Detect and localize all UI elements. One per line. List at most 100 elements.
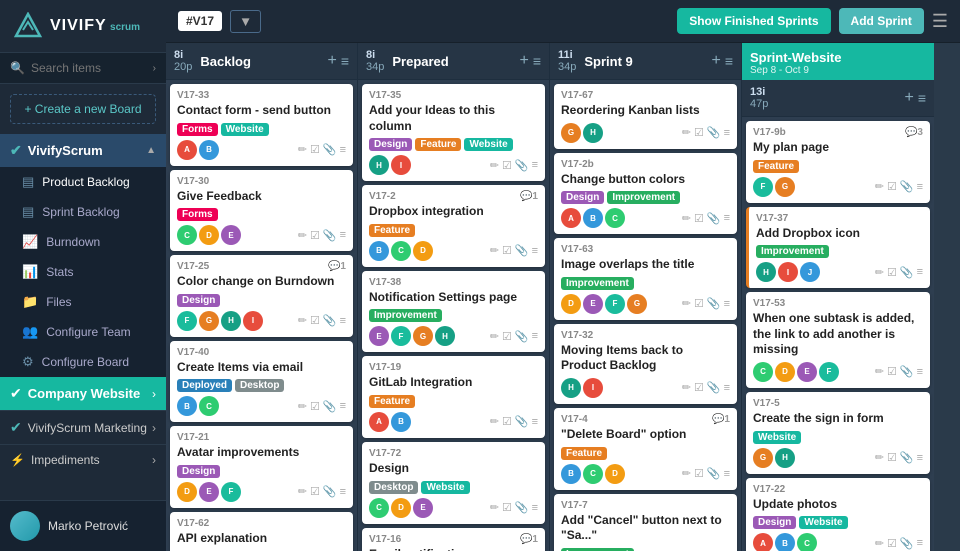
menu-icon: ≡ (532, 159, 538, 171)
vivify-marketing-label: VivifyScrum Marketing (28, 421, 147, 435)
sidebar-item-stats[interactable]: 📊 Stats (0, 257, 166, 287)
col-add-sprint9[interactable]: + (711, 52, 720, 70)
card-footer: GH ✏ ☑ 📎 ≡ (753, 448, 923, 468)
card-V17-2b[interactable]: V17-2b Change button colors DesignImprov… (554, 153, 737, 235)
sprint-website-header: Sprint-WebsiteSep 8 - Oct 9 (742, 46, 934, 80)
card-tags: FormsWebsite (177, 123, 346, 136)
search-input[interactable] (31, 61, 147, 75)
card-V17-30[interactable]: V17-30 Give Feedback Forms CDE ✏ ☑ 📎 ≡ (170, 170, 353, 252)
card-V17-38[interactable]: V17-38 Notification Settings page Improv… (362, 271, 545, 353)
card-V17-19[interactable]: V17-19 GitLab Integration Feature AB ✏ ☑… (362, 356, 545, 438)
attachment-icon: 📎 (900, 451, 914, 464)
card-tag: Design (753, 516, 796, 529)
attachment-icon: 📎 (515, 159, 529, 172)
col-add-sprint-website[interactable]: + (904, 89, 913, 107)
card-id: V17-72 (369, 448, 401, 459)
card-V17-33[interactable]: V17-33 Contact form - send button FormsW… (170, 84, 353, 166)
card-V17-22[interactable]: V17-22 Update photos DesignWebsite ABC ✏… (746, 478, 930, 551)
sidebar-item-burndown[interactable]: 📈 Burndown (0, 227, 166, 257)
avatar: I (243, 311, 263, 331)
sidebar-item-configure-team[interactable]: 👥 Configure Team (0, 317, 166, 347)
col-header-backlog: 8i20p Backlog + ≡ (166, 43, 357, 80)
card-V17-9b[interactable]: V17-9b 💬3 My plan page Feature FG ✏ ☑ 📎 … (746, 121, 930, 203)
add-sprint-button[interactable]: Add Sprint (839, 8, 924, 34)
vivify-scrum-label: VivifyScrum (28, 143, 103, 158)
card-footer: ABC ✏ ☑ 📎 ≡ (561, 208, 730, 228)
edit-icon: ✏ (298, 229, 307, 242)
col-menu-sprint9[interactable]: ≡ (725, 53, 733, 69)
menu-icon: ≡ (532, 502, 538, 514)
edit-icon: ✏ (490, 501, 499, 514)
card-V17-40[interactable]: V17-40 Create Items via email DeployedDe… (170, 341, 353, 423)
card-V17-25[interactable]: V17-25 💬1 Color change on Burndown Desig… (170, 255, 353, 337)
comment-count: 💬1 (520, 191, 538, 202)
card-V17-72[interactable]: V17-72 Design DesktopWebsite CDE ✏ ☑ 📎 ≡ (362, 442, 545, 524)
search-go-icon[interactable]: › (153, 63, 156, 74)
col-add-prepared[interactable]: + (519, 52, 528, 70)
sidebar-item-label: Product Backlog (42, 175, 129, 189)
card-footer: HIJ ✏ ☑ 📎 ≡ (756, 262, 923, 282)
sidebar-item-configure-board[interactable]: ⚙ Configure Board (0, 347, 166, 377)
task-icon: ☑ (694, 297, 704, 310)
avatar: B (177, 396, 197, 416)
card-title: Add Dropbox icon (756, 226, 923, 242)
avatar: F (221, 482, 241, 502)
card-V17-37[interactable]: V17-37 Add Dropbox icon Improvement HIJ … (746, 207, 930, 289)
col-title-backlog: Backlog (200, 54, 251, 69)
card-id: V17-32 (561, 330, 593, 341)
card-title: Contact form - send button (177, 103, 346, 119)
card-footer: BCD ✏ ☑ 📎 ≡ (561, 464, 730, 484)
card-V17-5[interactable]: V17-5 Create the sign in form Website GH… (746, 392, 930, 474)
col-add-backlog[interactable]: + (327, 52, 336, 70)
company-website-item[interactable]: ✔ Company Website › (0, 377, 166, 410)
menu-icon: ≡ (340, 486, 346, 498)
col-menu-backlog[interactable]: ≡ (341, 53, 349, 69)
card-V17-35[interactable]: V17-35 Add your Ideas to this column Des… (362, 84, 545, 181)
hamburger-button[interactable]: ☰ (932, 11, 948, 32)
menu-icon: ≡ (724, 382, 730, 394)
attachment-icon: 📎 (323, 229, 337, 242)
sidebar-item-product-backlog[interactable]: ▤ Product Backlog (0, 167, 166, 197)
task-icon: ☑ (502, 330, 512, 343)
card-footer: ABC ✏ ☑ 📎 ≡ (753, 533, 923, 551)
create-board-button[interactable]: + Create a new Board (10, 94, 156, 124)
edit-icon: ✏ (490, 159, 499, 172)
comment-count: 💬1 (328, 261, 346, 272)
card-id: V17-7 (561, 500, 588, 511)
card-footer: DEFG ✏ ☑ 📎 ≡ (561, 294, 730, 314)
logo-bar: VIVIFY scrum (0, 0, 166, 53)
attachment-icon: 📎 (900, 266, 914, 279)
card-V17-63[interactable]: V17-63 Image overlaps the title Improvem… (554, 238, 737, 320)
col-menu-sprint-website[interactable]: ≡ (918, 90, 926, 106)
card-V17-67[interactable]: V17-67 Reordering Kanban lists GH ✏ ☑ 📎 … (554, 84, 737, 149)
card-V17-7[interactable]: V17-7 Add "Cancel" button next to "Sa...… (554, 494, 737, 551)
card-V17-62[interactable]: V17-62 API explanation GHIJ ✏ ☑ 📎 ≡ (170, 512, 353, 551)
card-tag: Deployed (177, 379, 232, 392)
vivify-scrum-header[interactable]: ✔ VivifyScrum ▲ (0, 134, 166, 167)
card-V17-53[interactable]: V17-53 When one subtask is added, the li… (746, 292, 930, 388)
col-menu-prepared[interactable]: ≡ (533, 53, 541, 69)
filter-button[interactable]: ▼ (230, 10, 261, 33)
attachment-icon: 📎 (323, 314, 337, 327)
menu-icon: ≡ (917, 366, 923, 378)
avatar: B (561, 464, 581, 484)
card-V17-4[interactable]: V17-4 💬1 "Delete Board" option Feature B… (554, 408, 737, 490)
card-V17-32[interactable]: V17-32 Moving Items back to Product Back… (554, 324, 737, 404)
avatar: D (177, 482, 197, 502)
company-website-chevron: › (152, 387, 156, 401)
card-V17-21[interactable]: V17-21 Avatar improvements Design DEF ✏ … (170, 426, 353, 508)
sidebar-item-sprint-backlog[interactable]: ▤ Sprint Backlog (0, 197, 166, 227)
impediments-item[interactable]: ⚡ Impediments › (0, 444, 166, 475)
sidebar-item-label: Files (46, 295, 71, 309)
card-title: Create Items via email (177, 360, 346, 376)
sidebar-item-files[interactable]: 📁 Files (0, 287, 166, 317)
avatar: D (199, 225, 219, 245)
avatar: C (797, 533, 817, 551)
card-V17-2[interactable]: V17-2 💬1 Dropbox integration Feature BCD… (362, 185, 545, 267)
card-tags: Improvement (561, 277, 730, 290)
card-tag: Forms (177, 208, 218, 221)
edit-icon: ✏ (875, 266, 884, 279)
show-finished-button[interactable]: Show Finished Sprints (677, 8, 830, 34)
vivify-marketing-item[interactable]: ✔ VivifyScrum Marketing › (0, 410, 166, 444)
card-V17-16[interactable]: V17-16 💬1 Email notification improvement… (362, 528, 545, 551)
